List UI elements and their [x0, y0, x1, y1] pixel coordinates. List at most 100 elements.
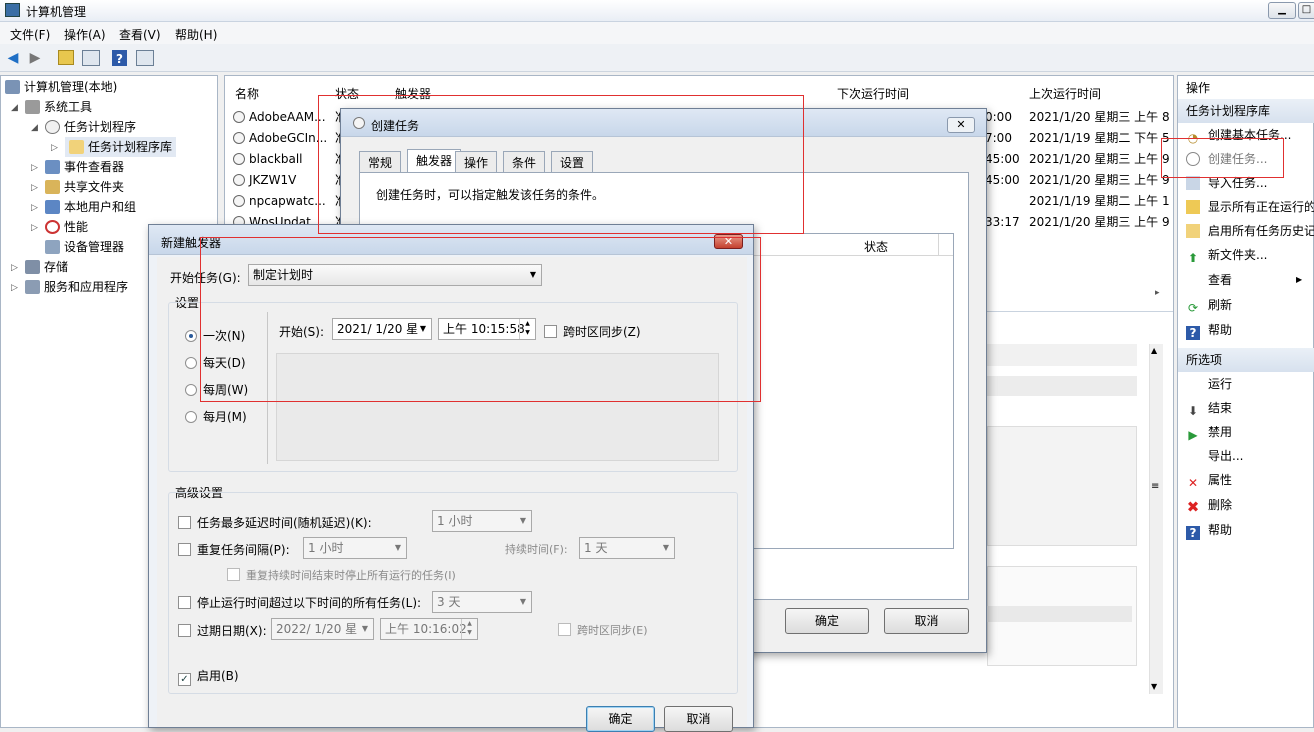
tree-task-library[interactable]: 任务计划程序库 [65, 137, 177, 157]
radio-weekly[interactable] [185, 384, 197, 396]
action-view[interactable]: 查看 ▶ [1208, 268, 1302, 292]
task-row[interactable]: AdobeGCIn... [233, 128, 327, 149]
window-title: 计算机管理 [26, 5, 87, 19]
tree-storage[interactable]: 存储 [25, 257, 68, 277]
forward-icon[interactable]: ▶ [26, 49, 44, 67]
tree-event-viewer[interactable]: 事件查看器 [45, 157, 124, 177]
action-end[interactable]: ⬇ 结束 [1186, 396, 1232, 420]
checkbox-stop-after[interactable] [178, 596, 191, 609]
menu-help[interactable]: 帮助(H) [175, 26, 217, 43]
action-properties[interactable]: ✕ 属性 [1186, 468, 1232, 492]
tree-shared-folders[interactable]: 共享文件夹 [45, 177, 124, 197]
vertical-scrollbar[interactable] [1149, 344, 1163, 694]
checkbox-enabled[interactable]: ✓ [178, 673, 191, 686]
create-task-ok-button[interactable]: 确定 [785, 608, 869, 634]
create-task-cancel-button[interactable]: 取消 [884, 608, 969, 634]
stop-repeat-checkbox-row[interactable]: 重复持续时间结束时停止所有运行的任务(I) [227, 567, 456, 583]
delay-checkbox-row[interactable]: 任务最多延迟时间(随机延迟)(K): [178, 514, 372, 531]
scroll-right-icon[interactable]: ▸ [1155, 288, 1160, 298]
radio-once[interactable] [185, 330, 197, 342]
collapse-arrow-icon[interactable]: ◢ [11, 103, 18, 113]
duration-select[interactable]: 1 天 ▼ [579, 537, 675, 559]
up-folder-icon[interactable] [58, 50, 74, 65]
folder-icon [69, 140, 84, 154]
menu-file[interactable]: 文件(F) [10, 26, 50, 43]
repeat-checkbox-row[interactable]: 重复任务间隔(P): [178, 541, 290, 558]
trigger-ok-button[interactable]: 确定 [586, 706, 655, 732]
checkbox-repeat[interactable] [178, 543, 191, 556]
expand-arrow-icon[interactable]: ▷ [11, 263, 18, 273]
tree-services-apps[interactable]: 服务和应用程序 [25, 277, 128, 297]
delay-select[interactable]: 1 小时 ▼ [432, 510, 532, 532]
task-row[interactable]: JKZW1V [233, 170, 296, 191]
collapse-arrow-icon[interactable]: ◢ [31, 123, 38, 133]
chevron-down-icon: ▼ [519, 516, 527, 525]
col-last-run[interactable]: 上次运行时间 [1029, 84, 1101, 104]
task-clock-icon [233, 195, 245, 207]
expire-time-picker[interactable]: 上午 10:16:02 ▲ ▼ [380, 618, 478, 640]
actions-section-selected[interactable]: 所选项 [1178, 348, 1314, 372]
expire-sync-checkbox-row[interactable]: 跨时区同步(E) [558, 622, 648, 638]
trigger-cancel-button[interactable]: 取消 [664, 706, 733, 732]
device-manager-icon [45, 240, 60, 254]
expire-date-picker[interactable]: 2022/ 1/20 星 ▼ [271, 618, 374, 640]
tree-local-users[interactable]: 本地用户和组 [45, 197, 136, 217]
expand-arrow-icon[interactable]: ▷ [11, 283, 18, 293]
action-run[interactable]: 运行 [1208, 372, 1232, 396]
checkbox-stop-repeat[interactable] [227, 568, 240, 581]
help-icon[interactable]: ? [112, 50, 127, 66]
scroll-up-icon[interactable]: ▲ [1151, 346, 1157, 355]
expand-arrow-icon[interactable]: ▷ [31, 223, 38, 233]
tree-system-tools[interactable]: 系统工具 [25, 97, 92, 117]
radio-daily[interactable] [185, 357, 197, 369]
action-show-running[interactable]: 显示所有正在运行的 [1186, 195, 1314, 219]
tree-root[interactable]: 计算机管理(本地) [5, 77, 117, 97]
expand-arrow-icon[interactable]: ▷ [31, 163, 38, 173]
col-next-run[interactable]: 下次运行时间 [837, 84, 909, 104]
tree-task-scheduler[interactable]: 任务计划程序 [45, 117, 136, 137]
tree-device-manager[interactable]: 设备管理器 [45, 237, 124, 257]
col-name[interactable]: 名称 [235, 84, 259, 104]
schedule-monthly[interactable]: 每月(M) [185, 408, 247, 425]
stop-after-select[interactable]: 3 天 ▼ [432, 591, 532, 613]
action-new-folder[interactable]: ⬆ 新文件夹... [1186, 243, 1267, 267]
scroll-thumb-icon[interactable]: ≡ [1151, 481, 1159, 492]
actions-section-library[interactable]: 任务计划程序库 [1178, 99, 1314, 123]
repeat-interval-select[interactable]: 1 小时 ▼ [303, 537, 407, 559]
expand-arrow-icon[interactable]: ▷ [51, 143, 58, 153]
action-help-selected[interactable]: ? 帮助 [1186, 518, 1232, 542]
back-icon[interactable]: ◀ [4, 49, 22, 67]
task-row[interactable]: npcapwatc... [233, 191, 326, 212]
radio-monthly[interactable] [185, 411, 197, 423]
menu-view[interactable]: 查看(V) [119, 26, 161, 43]
action-help[interactable]: ? 帮助 [1186, 318, 1232, 342]
stop-after-checkbox-row[interactable]: 停止运行时间超过以下时间的所有任务(L): [178, 594, 421, 611]
action-export[interactable]: 导出... [1208, 444, 1243, 468]
task-clock-icon [233, 111, 245, 123]
minimize-button[interactable]: ▁ [1268, 2, 1296, 19]
expand-arrow-icon[interactable]: ▷ [31, 183, 38, 193]
task-clock-icon [233, 153, 245, 165]
show-hide-tree-icon[interactable] [82, 50, 100, 66]
action-disable[interactable]: ▶ 禁用 [1186, 420, 1232, 444]
col-trigger-status[interactable]: 状态 [864, 238, 888, 255]
show-action-pane-icon[interactable] [136, 50, 154, 66]
action-refresh[interactable]: ⟳ 刷新 [1186, 293, 1232, 317]
spin-arrows-icon[interactable]: ▲ ▼ [461, 619, 477, 639]
action-delete[interactable]: ✖ 删除 [1186, 493, 1232, 517]
close-icon[interactable]: ✕ [947, 117, 975, 133]
expire-checkbox-row[interactable]: 过期日期(X): [178, 622, 267, 639]
expand-arrow-icon[interactable]: ▷ [31, 203, 38, 213]
help-icon: ? [1186, 526, 1200, 540]
enabled-checkbox-row[interactable]: ✓ 启用(B) [178, 667, 239, 686]
maximize-button[interactable]: □ [1298, 2, 1314, 19]
checkbox-delay[interactable] [178, 516, 191, 529]
task-row[interactable]: blackball [233, 149, 303, 170]
checkbox-expire[interactable] [178, 624, 191, 637]
checkbox-expire-sync[interactable] [558, 623, 571, 636]
task-row[interactable]: AdobeAAM... [233, 107, 326, 128]
tree-performance[interactable]: 性能 [45, 217, 88, 237]
scroll-down-icon[interactable]: ▼ [1151, 682, 1157, 691]
action-enable-history[interactable]: 启用所有任务历史记 [1186, 219, 1314, 243]
menu-action[interactable]: 操作(A) [64, 26, 106, 43]
